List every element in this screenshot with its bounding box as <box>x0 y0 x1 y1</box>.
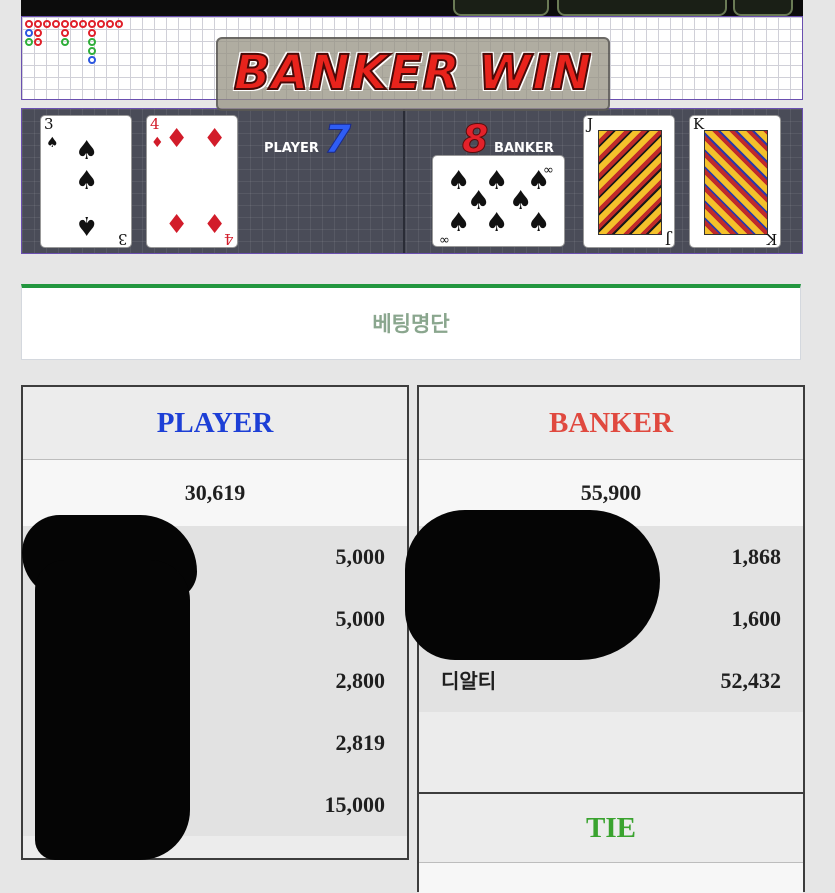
player-score-value: 7 <box>324 117 351 162</box>
spade-icon: ♠ <box>75 166 99 196</box>
player-card-2: 4 ♦ ♦ ♦ ♦ ♦ 4 <box>146 115 238 248</box>
result-banner-text: BANKER WIN <box>233 44 593 102</box>
spade-icon: ♠ <box>527 208 551 238</box>
diamond-icon: ♦ <box>165 210 189 240</box>
red-bead-icon <box>34 29 42 37</box>
bet-amount: 5,000 <box>335 544 386 569</box>
banker-header: BANKER <box>419 387 803 460</box>
bet-amount: 2,800 <box>335 668 386 693</box>
red-bead-icon <box>34 38 42 46</box>
card-rank-bottom: K <box>765 230 777 248</box>
red-bead-icon <box>43 20 51 28</box>
bet-amount: 52,432 <box>720 668 782 693</box>
banker-card-sideways: ∞ ♠ ♠ ♠ ♠ ♠ ♠ ♠ ♠ ∞ <box>432 155 565 247</box>
spade-icon: ♠ <box>447 208 471 238</box>
green-bead-icon <box>88 38 96 46</box>
green-bead-icon <box>88 47 96 55</box>
red-bead-icon <box>61 20 69 28</box>
redaction-mark <box>35 560 190 860</box>
player-score: PLAYER 7 <box>264 117 351 162</box>
top-toolbar <box>21 0 803 16</box>
blue-bead-icon <box>88 56 96 64</box>
bet-amount: 5,000 <box>335 606 386 631</box>
jack-face-icon <box>598 130 662 235</box>
red-bead-icon <box>52 20 60 28</box>
player-card-1: 3 ♠ ♠ ♠ ♠ 3 <box>40 115 132 248</box>
tie-header: TIE <box>419 794 803 863</box>
banker-card-2: J J <box>583 115 675 248</box>
red-bead-icon <box>106 20 114 28</box>
player-header: PLAYER <box>23 387 407 460</box>
spade-icon: ♠ <box>46 135 59 151</box>
toolbar-button[interactable] <box>733 0 793 16</box>
banker-card-3: K K <box>689 115 781 248</box>
diamond-icon: ♦ <box>151 135 164 151</box>
result-banner: BANKER WIN <box>216 37 610 111</box>
red-bead-icon <box>34 20 42 28</box>
redaction-mark <box>405 510 660 660</box>
red-bead-icon <box>70 20 78 28</box>
list-title: 베팅명단 <box>372 312 450 336</box>
diamond-icon: ♦ <box>203 124 227 154</box>
red-bead-icon <box>88 29 96 37</box>
card-rank: J <box>587 115 594 133</box>
blue-bead-icon <box>25 29 33 37</box>
card-rank-bottom: J <box>664 230 671 248</box>
red-bead-icon <box>61 29 69 37</box>
red-bead-icon <box>25 20 33 28</box>
player-score-label: PLAYER <box>264 141 319 156</box>
bet-amount: 1,868 <box>731 544 782 569</box>
red-bead-icon <box>88 20 96 28</box>
banker-score-label: BANKER <box>494 141 554 156</box>
spade-icon: ♠ <box>485 208 509 238</box>
card-rank-bottom: 4 <box>224 230 234 248</box>
bet-amount: 15,000 <box>324 792 386 817</box>
card-rank: K <box>693 115 705 133</box>
card-table: 3 ♠ ♠ ♠ ♠ 3 4 ♦ ♦ ♦ ♦ ♦ 4 PLAYER 7 8 BAN… <box>21 108 803 254</box>
list-title-box: 베팅명단 <box>21 284 801 360</box>
red-bead-icon <box>97 20 105 28</box>
green-bead-icon <box>61 38 69 46</box>
bet-amount: 1,600 <box>731 606 782 631</box>
card-rank-bottom: ∞ <box>439 233 450 247</box>
diamond-icon: ♦ <box>203 210 227 240</box>
toolbar-button[interactable] <box>557 0 727 16</box>
spade-icon: ♠ <box>75 136 99 166</box>
diamond-icon: ♦ <box>165 124 189 154</box>
green-bead-icon <box>25 38 33 46</box>
red-bead-icon <box>79 20 87 28</box>
bet-amount: 2,819 <box>335 730 386 755</box>
tie-panel: TIE <box>417 792 805 893</box>
spade-icon: ♠ <box>75 210 99 240</box>
toolbar-button[interactable] <box>453 0 549 16</box>
card-rank-bottom: 3 <box>118 230 128 248</box>
king-face-icon <box>704 130 768 235</box>
tie-total <box>419 863 803 893</box>
red-bead-icon <box>115 20 123 28</box>
table-divider <box>403 109 405 253</box>
